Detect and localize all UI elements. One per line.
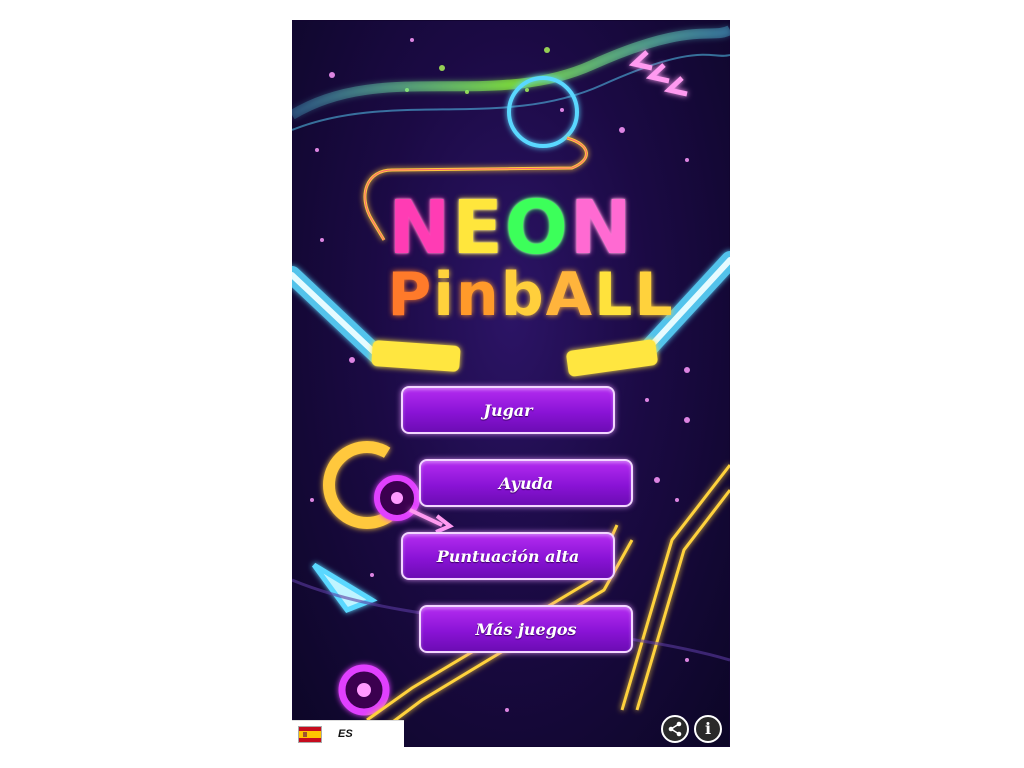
logo-letter: E xyxy=(452,185,505,271)
game-logo-pinball: PinbALL xyxy=(312,262,730,328)
logo-letter: L xyxy=(594,260,635,330)
logo-letter: N xyxy=(569,185,634,271)
play-button[interactable]: Jugar xyxy=(401,386,615,434)
logo-letter: A xyxy=(545,260,595,330)
language-selector[interactable]: ES xyxy=(292,720,404,747)
right-flipper xyxy=(566,339,658,377)
game-logo-neon: NEON xyxy=(292,188,730,268)
high-score-button[interactable]: Puntuación alta xyxy=(401,532,615,580)
help-button[interactable]: Ayuda xyxy=(419,459,633,507)
logo-letter: L xyxy=(634,260,675,330)
left-flipper xyxy=(371,340,461,372)
game-screen: NEON PinbALL Jugar Ayuda Puntuación alta… xyxy=(292,20,730,747)
logo-letter: O xyxy=(504,185,570,271)
language-code: ES xyxy=(338,728,353,740)
pinball-ball-outline xyxy=(507,76,579,148)
logo-letter: i xyxy=(433,260,456,330)
logo-letter: n xyxy=(455,260,501,330)
share-icon xyxy=(668,721,682,737)
more-games-button[interactable]: Más juegos xyxy=(419,605,633,653)
logo-letter: P xyxy=(387,260,434,330)
info-button[interactable]: i xyxy=(694,715,722,743)
info-icon: i xyxy=(704,719,712,738)
spain-flag-icon xyxy=(298,725,322,743)
logo-letter: b xyxy=(500,260,546,330)
share-button[interactable] xyxy=(661,715,689,743)
logo-letter: N xyxy=(388,185,453,271)
